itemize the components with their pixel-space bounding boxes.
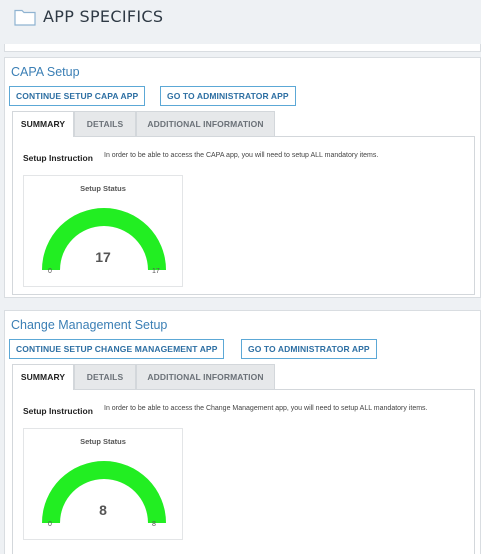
- go-to-administrator-button[interactable]: GO TO ADMINISTRATOR APP: [241, 339, 377, 359]
- gauge-max-label: 17: [152, 268, 160, 275]
- tab-summary[interactable]: SUMMARY: [12, 364, 74, 391]
- setup-instruction-text: In order to be able to access the CAPA a…: [104, 152, 379, 159]
- folder-icon: [14, 9, 36, 26]
- gauge-min-label: 0: [48, 268, 52, 275]
- tab-details[interactable]: DETAILS: [74, 111, 136, 137]
- tab-bar: SUMMARY DETAILS ADDITIONAL INFORMATION: [12, 111, 475, 138]
- tab-bar: SUMMARY DETAILS ADDITIONAL INFORMATION: [12, 364, 475, 391]
- tab-additional-information[interactable]: ADDITIONAL INFORMATION: [136, 111, 275, 137]
- go-to-administrator-button[interactable]: GO TO ADMINISTRATOR APP: [160, 86, 296, 106]
- previous-panel-edge: [4, 44, 481, 52]
- gauge-min-label: 0: [48, 521, 52, 528]
- tab-details[interactable]: DETAILS: [74, 364, 136, 390]
- continue-setup-button[interactable]: CONTINUE SETUP CAPA APP: [9, 86, 146, 106]
- gauge-value: 17: [95, 249, 111, 265]
- setup-status-gauge: Setup Status 8 0 8: [23, 428, 183, 540]
- setup-instruction-label: Setup Instruction: [23, 153, 93, 163]
- tab-additional-information[interactable]: ADDITIONAL INFORMATION: [136, 364, 275, 390]
- setup-status-gauge: Setup Status 17 0 17: [23, 175, 183, 287]
- summary-content: Setup Instruction In order to be able to…: [12, 137, 475, 295]
- capa-setup-panel: CAPA Setup CONTINUE SETUP CAPA APP GO TO…: [4, 57, 481, 298]
- setup-instruction-text: In order to be able to access the Change…: [104, 405, 428, 412]
- setup-instruction-label: Setup Instruction: [23, 406, 93, 416]
- page-title: APP SPECIFICS: [43, 7, 164, 26]
- summary-content: Setup Instruction In order to be able to…: [12, 390, 475, 554]
- gauge-value: 8: [99, 502, 107, 518]
- section-title: Change Management Setup: [11, 318, 168, 332]
- continue-setup-button[interactable]: CONTINUE SETUP CHANGE MANAGEMENT APP: [9, 339, 225, 359]
- change-management-setup-panel: Change Management Setup CONTINUE SETUP C…: [4, 310, 481, 554]
- gauge-max-label: 8: [152, 521, 156, 528]
- tab-summary[interactable]: SUMMARY: [12, 111, 74, 138]
- section-title: CAPA Setup: [11, 65, 80, 79]
- page-header: APP SPECIFICS: [0, 0, 481, 44]
